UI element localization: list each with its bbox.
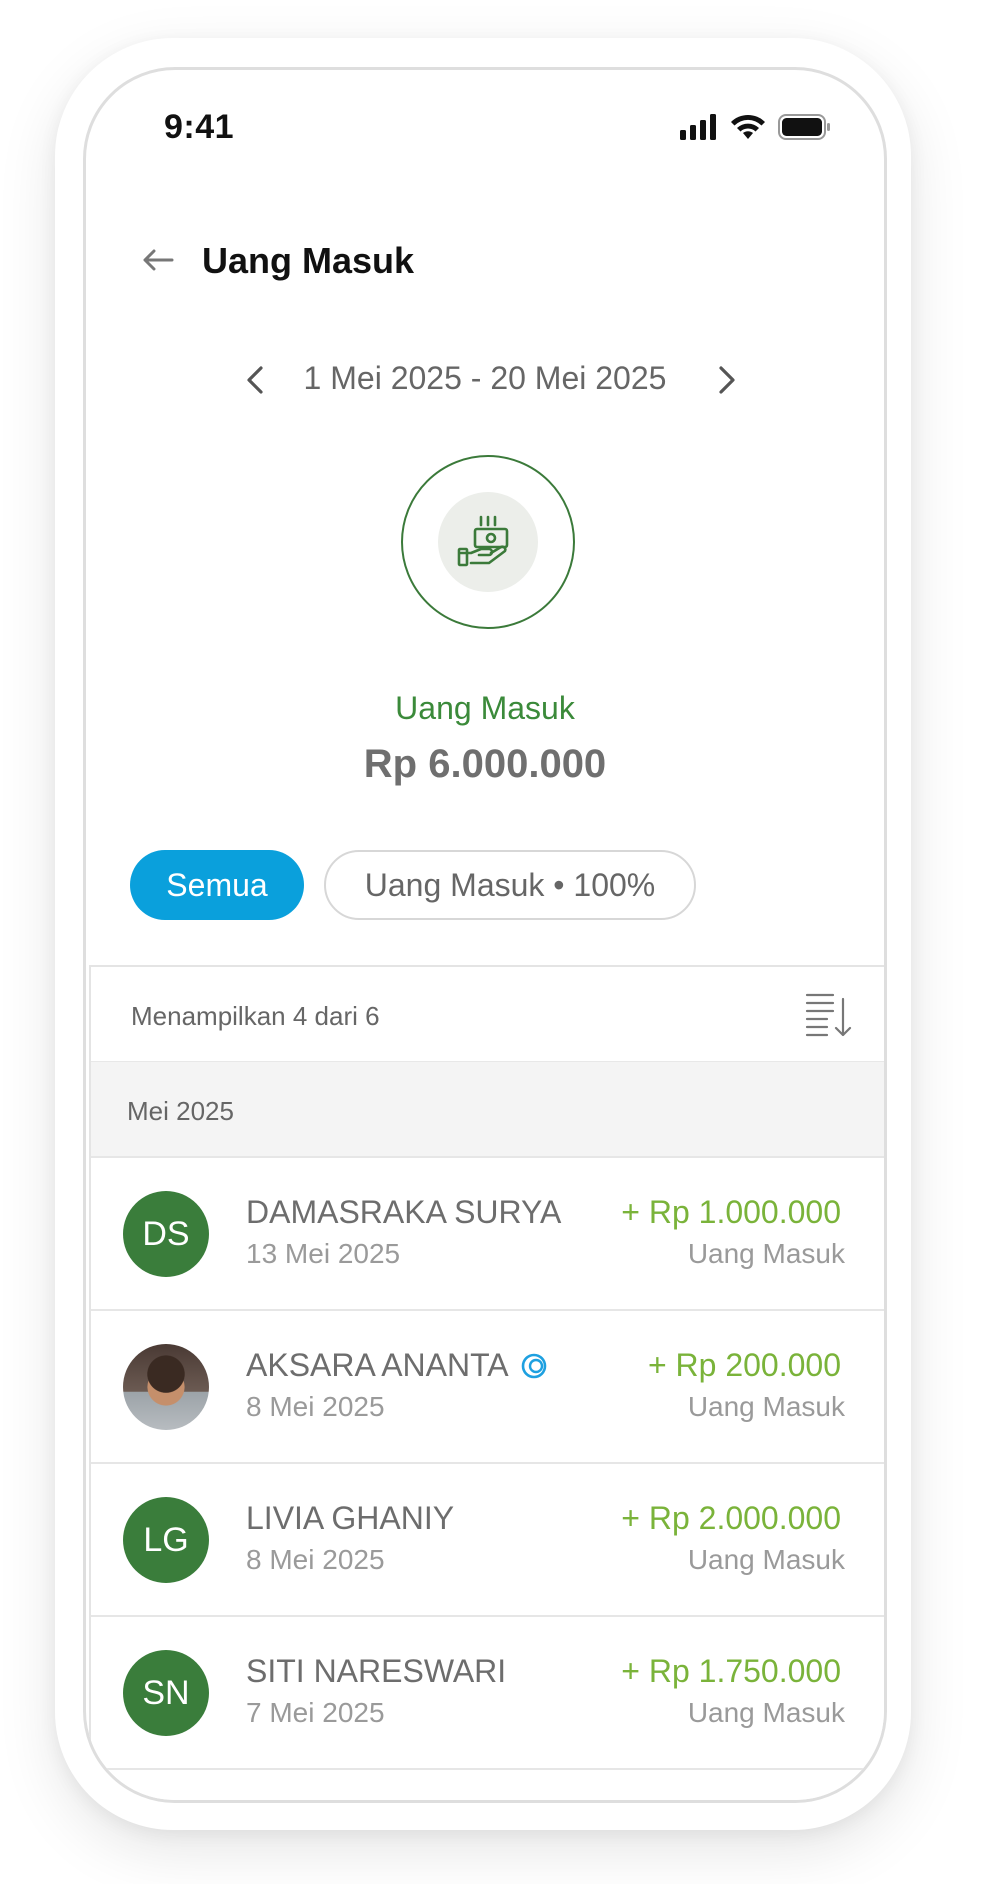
month-section-header: Mei 2025	[91, 1061, 884, 1156]
verified-badge-icon	[521, 1353, 546, 1378]
summary-label: Uang Masuk	[395, 690, 575, 726]
filter-chip-money-in[interactable]: Uang Masuk • 100%	[324, 850, 696, 920]
filter-chip-all[interactable]: Semua	[130, 850, 304, 920]
transaction-row[interactable]: SN SITI NARESWARI 7 Mei 2025 + Rp 1.750.…	[91, 1615, 884, 1768]
transaction-row[interactable]: DS DAMASRAKA SURYA 13 Mei 2025 + Rp 1.00…	[91, 1156, 884, 1309]
transaction-type: Uang Masuk	[687, 1391, 845, 1422]
transaction-list: Menampilkan 4 dari 6 Mei 2025 DS DAMASRA…	[89, 965, 884, 1800]
result-count: Menampilkan 4 dari 6	[131, 1001, 380, 1031]
transaction-amount: + Rp 1.000.000	[621, 1194, 841, 1230]
transaction-date: 8 Mei 2025	[246, 1544, 385, 1575]
list-end-divider	[91, 1768, 884, 1800]
money-in-badge	[401, 455, 575, 629]
status-bar: 9:41	[86, 70, 884, 190]
sender-name: LIVIA GHANIY	[246, 1500, 454, 1537]
transaction-date: 7 Mei 2025	[246, 1697, 385, 1728]
sender-name-text: DAMASRAKA SURYA	[246, 1194, 562, 1230]
list-header: Menampilkan 4 dari 6	[91, 967, 884, 1061]
signal-icon	[680, 114, 716, 140]
transaction-type: Uang Masuk	[687, 1697, 845, 1728]
money-in-badge-inner	[438, 492, 538, 592]
period-label: 1 Mei 2025 - 20 Mei 2025	[303, 360, 667, 396]
transaction-row[interactable]: LG LIVIA GHANIY 8 Mei 2025 + Rp 2.000.00…	[91, 1462, 884, 1615]
transaction-type: Uang Masuk	[687, 1544, 845, 1575]
transaction-date: 8 Mei 2025	[246, 1391, 385, 1422]
sender-name: DAMASRAKA SURYA	[246, 1194, 561, 1231]
transaction-amount: + Rp 200.000	[647, 1347, 841, 1383]
transaction-type: Uang Masuk	[687, 1238, 845, 1269]
sort-icon[interactable]	[803, 989, 855, 1041]
sender-name: SITI NARESWARI	[246, 1653, 506, 1690]
summary-amount: Rp 6.000.000	[363, 742, 607, 786]
chevron-right-icon[interactable]	[706, 360, 746, 400]
sender-name: AKSARA ANANTA	[246, 1347, 549, 1384]
header: Uang Masuk	[86, 220, 884, 300]
back-arrow-icon[interactable]	[138, 240, 178, 280]
wifi-icon	[731, 114, 765, 139]
battery-icon	[778, 114, 830, 140]
page-title: Uang Masuk	[202, 240, 415, 281]
cash-hand-icon	[457, 515, 509, 567]
filter-chips: Semua Uang Masuk • 100%	[130, 850, 696, 920]
transaction-amount: + Rp 1.750.000	[621, 1653, 841, 1689]
avatar: SN	[123, 1650, 209, 1736]
avatar-photo	[123, 1344, 209, 1430]
sender-name-text: LIVIA GHANIY	[246, 1500, 455, 1536]
period-selector: 1 Mei 2025 - 20 Mei 2025	[86, 350, 884, 410]
status-icons	[680, 114, 832, 140]
sender-name-text: AKSARA ANANTA	[246, 1347, 509, 1383]
month-section-title: Mei 2025	[127, 1096, 234, 1126]
transaction-row[interactable]: AKSARA ANANTA 8 Mei 2025 + Rp 200.000 Ua…	[91, 1309, 884, 1462]
transaction-date: 13 Mei 2025	[246, 1238, 401, 1269]
avatar: DS	[123, 1191, 209, 1277]
status-time: 9:41	[164, 108, 235, 146]
sender-name-text: SITI NARESWARI	[246, 1653, 507, 1689]
phone-screen: 9:41 Uang Masuk 1 Mei 2025 - 20 Mei 2025…	[83, 67, 887, 1803]
avatar: LG	[123, 1497, 209, 1583]
transaction-amount: + Rp 2.000.000	[621, 1500, 841, 1536]
